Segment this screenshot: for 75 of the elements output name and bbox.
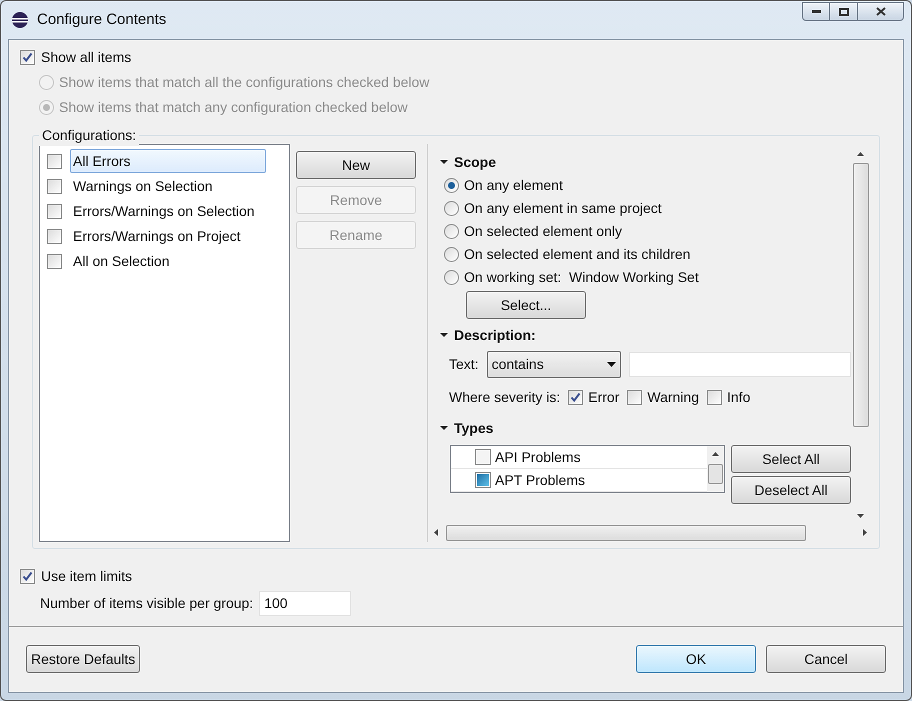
mixed-checkbox[interactable] <box>475 472 491 488</box>
radio-label: Show items that match all the configurations checked below <box>59 73 430 92</box>
maximize-icon <box>838 8 848 16</box>
button[interactable]: New <box>296 151 416 179</box>
button[interactable]: OK <box>636 645 756 673</box>
list-item[interactable]: All Errors <box>70 149 266 173</box>
checkbox[interactable] <box>627 390 642 405</box>
checkbox-label: Info <box>727 388 750 407</box>
button[interactable]: Restore Defaults <box>26 645 140 673</box>
scroll-thumb[interactable] <box>852 163 868 427</box>
checkbox[interactable] <box>47 254 62 268</box>
checkbox[interactable] <box>47 178 62 194</box>
radio-label: On selected element and its children <box>464 245 690 264</box>
checkbox-label: Error <box>588 388 620 407</box>
list-item[interactable]: All on Selection <box>70 249 173 273</box>
text-input[interactable] <box>628 352 851 377</box>
minimize-icon <box>812 10 820 13</box>
field-label: Where severity is: <box>449 388 560 407</box>
scroll-down-arrow-icon[interactable] <box>857 514 864 518</box>
checkbox-label: Show all items <box>41 48 132 67</box>
checkbox[interactable] <box>20 568 35 584</box>
radio-label: On selected element only <box>464 222 622 241</box>
collapse-arrow-icon[interactable] <box>440 424 448 432</box>
button[interactable]: Select All <box>731 445 851 473</box>
radio-button[interactable] <box>444 270 459 285</box>
app-globe-icon <box>11 11 29 29</box>
section-title: Description: <box>454 326 536 345</box>
scroll-right-arrow-icon[interactable] <box>863 529 867 536</box>
checkmark-icon <box>570 392 582 403</box>
list-scrollbar[interactable] <box>707 446 724 492</box>
radio-label: On any element <box>464 176 563 195</box>
checkbox[interactable] <box>47 204 62 218</box>
section-title: Scope <box>454 152 496 172</box>
maximize-button[interactable] <box>830 2 857 21</box>
checkbox[interactable] <box>47 228 62 244</box>
list-item[interactable]: Errors/Warnings on Project <box>70 224 244 248</box>
button[interactable]: Deselect All <box>731 476 851 504</box>
list-item[interactable]: Warnings on Selection <box>70 174 216 198</box>
checkbox[interactable] <box>475 449 491 465</box>
checkmark-icon <box>22 52 33 63</box>
scroll-left-arrow-icon[interactable] <box>434 529 438 536</box>
field-label: Number of items visible per group: <box>40 594 254 613</box>
radio-label: Show items that match any configuration checked below <box>59 98 408 117</box>
scroll-up-arrow-icon[interactable] <box>712 452 719 456</box>
collapse-arrow-icon[interactable] <box>440 158 448 166</box>
button[interactable]: Select... <box>466 291 586 319</box>
checkmark-icon <box>22 570 33 582</box>
window-title: Configure Contents <box>37 10 166 30</box>
close-button[interactable] <box>857 2 904 21</box>
scroll-thumb[interactable] <box>446 524 806 540</box>
checkbox[interactable] <box>47 154 62 168</box>
list-item[interactable]: APT Problems <box>495 470 585 490</box>
checkbox[interactable] <box>20 50 35 65</box>
minimize-button[interactable] <box>802 2 830 21</box>
collapse-arrow-icon[interactable] <box>440 331 448 339</box>
list-item[interactable]: API Problems <box>495 446 581 468</box>
checkbox-label: Warning <box>647 388 699 407</box>
list-item[interactable]: Errors/Warnings on Selection <box>70 199 258 223</box>
scroll-up-arrow-icon[interactable] <box>857 152 864 156</box>
button[interactable]: Cancel <box>766 645 886 673</box>
checkbox-label: Use item limits <box>41 566 132 586</box>
radio-button[interactable] <box>444 247 459 262</box>
operator-dropdown[interactable]: contains <box>486 351 621 378</box>
field-label: Text: <box>449 355 479 374</box>
checkbox[interactable] <box>568 390 584 405</box>
section-title: Types <box>454 418 494 438</box>
count-input[interactable]: 100 <box>259 591 352 616</box>
checkbox[interactable] <box>707 390 722 405</box>
radio-label: On working set: Window Working Set <box>464 268 699 287</box>
dropdown-caret-icon <box>606 362 616 367</box>
radio-button[interactable] <box>444 224 459 239</box>
close-icon <box>876 7 886 16</box>
radio-button[interactable] <box>444 201 459 216</box>
radio-button[interactable] <box>444 178 459 193</box>
radio-label: On any element in same project <box>464 199 662 218</box>
